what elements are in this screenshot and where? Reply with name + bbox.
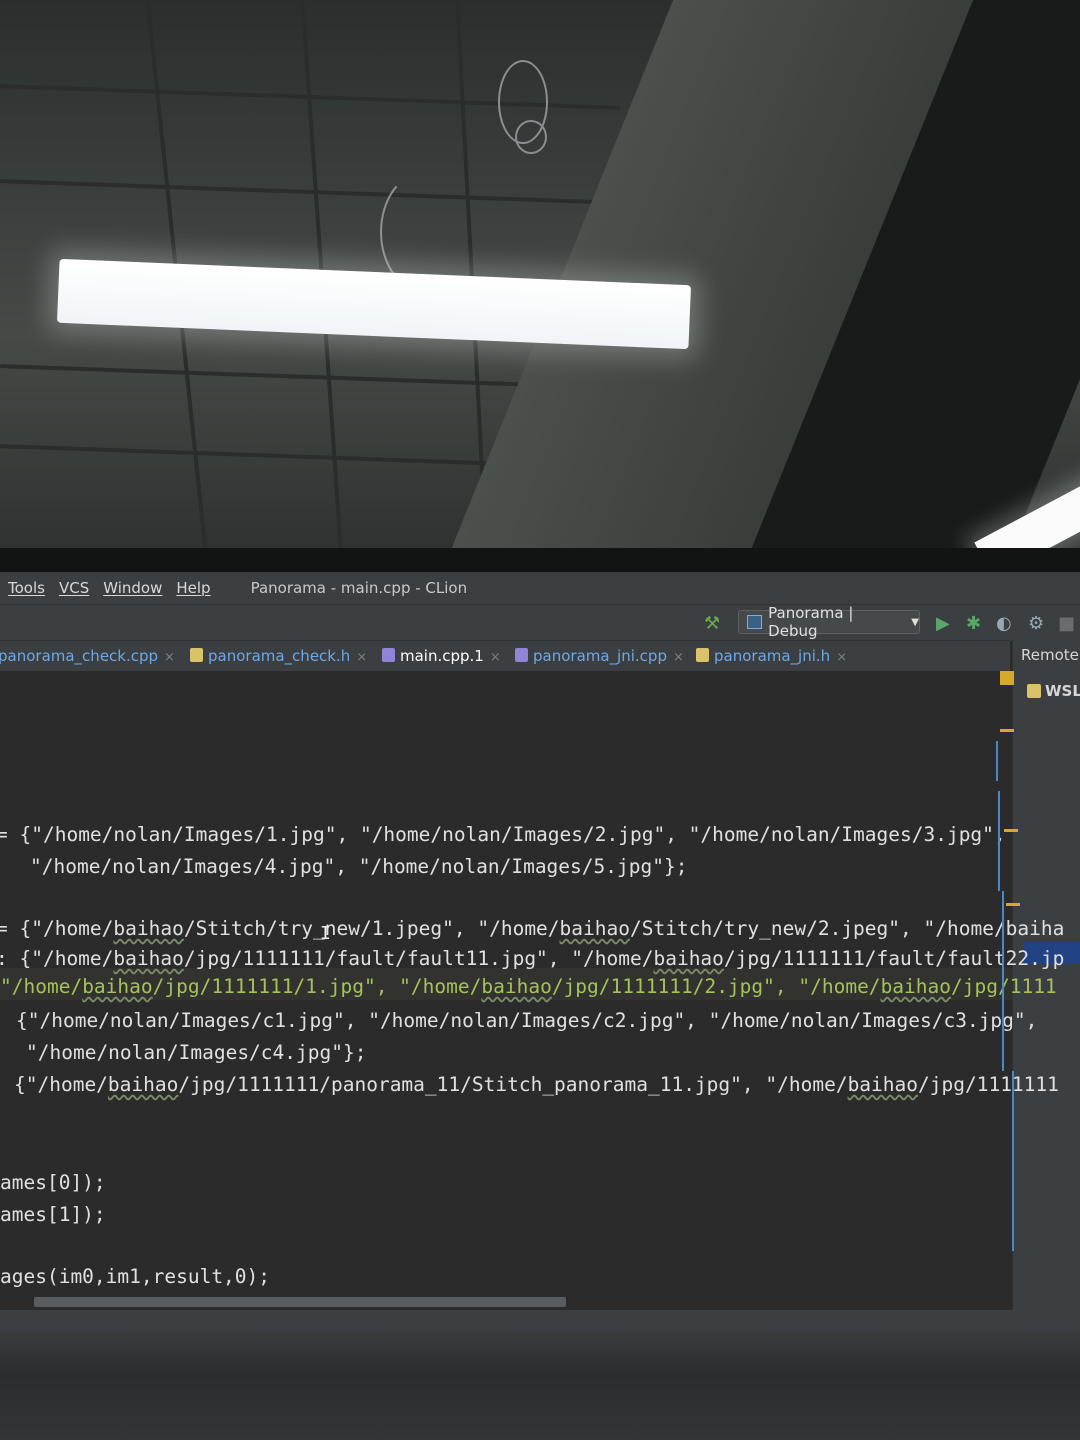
tab-label: main.cpp.1 — [400, 647, 484, 665]
ide-window: Tools VCS Window Help Panorama - main.cp… — [0, 572, 1080, 1332]
code-text: /jpg/1111111/fault/fault22.jp — [723, 947, 1065, 970]
code-line: ames[0]); — [0, 1171, 106, 1194]
code-text: baihao — [653, 947, 724, 970]
run-icon[interactable]: ▶ — [936, 613, 950, 634]
warning-marker[interactable] — [1004, 829, 1018, 832]
close-icon[interactable]: × — [836, 650, 847, 665]
close-icon[interactable]: × — [356, 650, 367, 665]
tab-panorama-jni-h[interactable]: panorama_jni.h × — [696, 647, 847, 665]
debug-icon[interactable]: ✱ — [966, 613, 981, 634]
remote-header: Remote — [1021, 646, 1079, 664]
status-area — [0, 1310, 1080, 1332]
code-line: = {"/home/baihao/Stitch/try_new/1.jpeg",… — [0, 917, 1064, 940]
header-file-icon — [190, 648, 203, 662]
run-configuration-select[interactable]: Panorama | Debug ▼ — [738, 604, 920, 640]
code-text: /jpg/1111111/fault/fault11.jpg", "/home/ — [183, 947, 654, 970]
code-text: = {"/home/ — [0, 917, 114, 940]
code-line: : {"/home/baihao/jpg/1111111/fault/fault… — [0, 947, 1064, 970]
close-icon[interactable]: × — [164, 650, 175, 665]
code-text: baihao — [880, 975, 952, 998]
server-icon — [1027, 684, 1041, 698]
profile-icon[interactable]: ⚙ — [1028, 613, 1044, 634]
cpp-file-icon — [515, 648, 528, 662]
warning-marker[interactable] — [1006, 903, 1020, 906]
chevron-down-icon: ▼ — [911, 616, 919, 628]
window-title: Panorama - main.cpp - CLion — [250, 579, 468, 597]
code-text: {"/home/ — [14, 1073, 108, 1096]
config-icon — [747, 615, 763, 629]
indent-guide — [996, 741, 998, 781]
indent-guide — [998, 791, 1000, 891]
menu-help[interactable]: Help — [176, 579, 210, 597]
toolbar: ⚒ Panorama | Debug ▼ ▶ ✱ ◐ ⚙ ■ — [0, 604, 1080, 641]
code-line: "/home/nolan/Images/4.jpg", "/home/nolan… — [30, 855, 688, 878]
tab-label: panorama_check.h — [208, 647, 351, 665]
wsl-item[interactable]: WSL — [1027, 682, 1080, 700]
title-bar: Tools VCS Window Help Panorama - main.cp… — [0, 572, 1080, 604]
tab-label: panorama_jni.h — [714, 647, 831, 665]
code-text: baihao — [559, 917, 630, 940]
code-line: "/home/baihao/jpg/1111111/1.jpg", "/home… — [0, 975, 1057, 998]
code-text: baihao — [113, 917, 184, 940]
horizontal-scrollbar[interactable] — [34, 1297, 566, 1307]
code-text: /Stitch/try_new/1.jpeg", "/home/ — [183, 917, 560, 940]
tab-panorama-jni-cpp[interactable]: panorama_jni.cpp × — [515, 647, 684, 665]
menu-bar: Tools VCS Window Help — [8, 579, 211, 597]
code-text: baihao — [113, 947, 184, 970]
wsl-label: WSL — [1045, 682, 1080, 700]
ceiling-seam — [0, 179, 620, 205]
close-icon[interactable]: × — [490, 650, 501, 665]
code-text: baihao — [481, 975, 552, 998]
code-text: /jpg/1111111/2.jpg", "/home/ — [551, 975, 881, 998]
monitor-bezel — [0, 548, 1080, 572]
code-text: /jpg/1111111 — [918, 1073, 1059, 1096]
code-line: = {"/home/nolan/Images/1.jpg", "/home/no… — [0, 823, 1006, 846]
code-text: : {"/home/ — [0, 947, 114, 970]
warning-marker[interactable] — [1000, 729, 1014, 732]
code-line: ages(im0,im1,result,0); — [0, 1265, 271, 1288]
tab-label: panorama_jni.cpp — [533, 647, 667, 665]
menu-tools[interactable]: Tools — [8, 579, 45, 597]
indent-guide — [1012, 1071, 1014, 1251]
code-line: "/home/nolan/Images/c4.jpg"}; — [26, 1041, 367, 1064]
code-text: baihao — [847, 1073, 919, 1096]
tab-panorama-check-h[interactable]: panorama_check.h × — [190, 647, 367, 665]
run-configuration-label: Panorama | Debug — [768, 604, 854, 640]
hanging-wire — [515, 120, 547, 154]
code-line: {"/home/baihao/jpg/1111111/panorama_11/S… — [14, 1073, 1059, 1096]
editor-tabs: panorama_check.cpp × panorama_check.h × ma… — [0, 640, 1010, 672]
code-text: baihao — [107, 1073, 179, 1096]
coverage-icon[interactable]: ◐ — [996, 613, 1012, 634]
code-text: /Stitch/try_new/2.jpeg", "/home/baiha — [630, 917, 1065, 940]
code-text: "/home/nolan/Images/1.jpg", "/home/nolan… — [31, 823, 1006, 846]
build-hammer-icon[interactable]: ⚒ — [704, 613, 720, 634]
text-cursor-icon: I — [320, 923, 331, 944]
code-line: ames[1]); — [0, 1203, 106, 1226]
menu-vcs[interactable]: VCS — [59, 579, 89, 597]
menu-window[interactable]: Window — [103, 579, 162, 597]
code-text: = { — [0, 823, 32, 846]
ceiling-photo — [0, 0, 1080, 560]
tab-main-cpp[interactable]: main.cpp.1 × — [382, 647, 501, 665]
stop-icon[interactable]: ■ — [1058, 613, 1075, 634]
indent-guide — [1002, 891, 1004, 1071]
code-text: /jpg/1111111/panorama_11/Stitch_panorama… — [178, 1073, 848, 1096]
code-line: {"/home/nolan/Images/c1.jpg", "/home/nol… — [16, 1009, 1038, 1032]
code-text: "/home/ — [0, 975, 83, 998]
close-icon[interactable]: × — [673, 650, 684, 665]
code-editor[interactable]: = {"/home/nolan/Images/1.jpg", "/home/no… — [0, 671, 1064, 1331]
tab-panorama-check-cpp[interactable]: panorama_check.cpp × — [0, 647, 175, 665]
code-text: baihao — [82, 975, 153, 998]
header-file-icon — [696, 648, 709, 662]
tab-label: panorama_check.cpp — [0, 647, 159, 665]
warning-marker[interactable] — [1000, 671, 1014, 685]
code-text: /jpg/1111111/1.jpg", "/home/ — [152, 975, 482, 998]
cpp-file-icon — [382, 648, 395, 662]
monitor-lower-bezel — [0, 1332, 1080, 1440]
